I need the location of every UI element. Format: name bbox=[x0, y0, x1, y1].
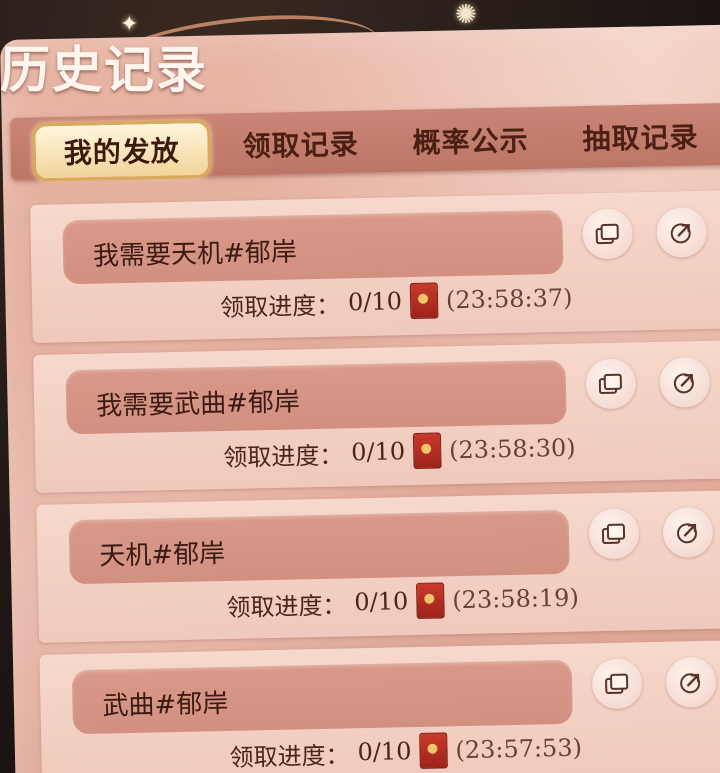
progress-label: 领取进度： bbox=[226, 590, 347, 622]
share-button[interactable] bbox=[662, 506, 714, 558]
share-button[interactable] bbox=[665, 656, 717, 708]
tab-claim-records[interactable]: 领取记录 bbox=[242, 123, 359, 165]
record-time: (23:58:30) bbox=[448, 433, 576, 465]
red-envelope-icon bbox=[412, 432, 442, 470]
copy-button[interactable] bbox=[582, 208, 634, 260]
copy-button[interactable] bbox=[585, 358, 637, 410]
progress-value: 0/10 bbox=[350, 437, 406, 467]
share-icon bbox=[680, 673, 701, 694]
game-screen: ✦ ✺ ✦ 历史记录 我的发放 领取记录 概率公示 抽取记录 我需要天机#郁岸 … bbox=[0, 0, 720, 773]
record-message: 武曲#郁岸 bbox=[102, 688, 229, 722]
record-time: (23:58:37) bbox=[445, 283, 573, 315]
record-item: 武曲#郁岸 领取进度： 0/10 (23:57:53) bbox=[39, 639, 720, 773]
share-icon bbox=[673, 373, 694, 394]
share-icon bbox=[677, 523, 698, 544]
progress-label: 领取进度： bbox=[219, 291, 341, 322]
red-envelope-icon bbox=[415, 582, 445, 619]
message-bubble: 武曲#郁岸 bbox=[71, 659, 573, 735]
tab-draw-records[interactable]: 抽取记录 bbox=[582, 116, 699, 158]
progress-value: 0/10 bbox=[357, 737, 412, 767]
record-item: 我需要天机#郁岸 领取进度： 0/10 (23:58:37) bbox=[30, 189, 720, 343]
firework-icon: ✺ bbox=[455, 0, 477, 30]
red-envelope-icon bbox=[419, 732, 448, 769]
record-item: 我需要武曲#郁岸 领取进度： 0/10 (23:58:30) bbox=[33, 339, 720, 493]
copy-icon bbox=[601, 523, 626, 545]
share-button[interactable] bbox=[656, 206, 708, 258]
progress-value: 0/10 bbox=[347, 287, 403, 317]
copy-icon bbox=[598, 373, 622, 395]
copy-button[interactable] bbox=[588, 508, 640, 560]
page-title: 历史记录 bbox=[0, 40, 208, 99]
record-message: 我需要武曲#郁岸 bbox=[95, 387, 301, 422]
share-button[interactable] bbox=[659, 356, 711, 408]
message-bubble: 我需要武曲#郁岸 bbox=[65, 359, 567, 435]
record-time: (23:58:19) bbox=[451, 583, 580, 615]
copy-icon bbox=[605, 673, 629, 694]
copy-button[interactable] bbox=[591, 658, 643, 710]
record-item: 天机#郁岸 领取进度： 0/10 (23:58:19) bbox=[36, 489, 720, 643]
share-icon bbox=[670, 223, 691, 244]
tab-my-distribution[interactable]: 我的发放 bbox=[32, 119, 212, 182]
tab-probability[interactable]: 概率公示 bbox=[412, 119, 529, 161]
red-envelope-icon bbox=[409, 282, 439, 320]
claim-progress: 领取进度： 0/10 (23:58:19) bbox=[226, 580, 579, 623]
record-message: 我需要天机#郁岸 bbox=[92, 237, 298, 272]
message-bubble: 我需要天机#郁岸 bbox=[62, 209, 564, 285]
message-bubble: 天机#郁岸 bbox=[68, 509, 570, 585]
claim-progress: 领取进度： 0/10 (23:58:37) bbox=[220, 280, 573, 323]
record-list: 我需要天机#郁岸 领取进度： 0/10 (23:58:37) 我需要武曲#郁岸 bbox=[30, 189, 720, 773]
progress-label: 领取进度： bbox=[223, 440, 344, 472]
progress-value: 0/10 bbox=[354, 587, 409, 617]
record-message: 天机#郁岸 bbox=[99, 538, 226, 572]
record-time: (23:57:53) bbox=[455, 733, 583, 765]
claim-progress: 领取进度： 0/10 (23:58:30) bbox=[223, 430, 576, 473]
copy-icon bbox=[595, 223, 619, 245]
claim-progress: 领取进度： 0/10 (23:57:53) bbox=[229, 730, 582, 773]
progress-label: 领取进度： bbox=[229, 740, 350, 772]
